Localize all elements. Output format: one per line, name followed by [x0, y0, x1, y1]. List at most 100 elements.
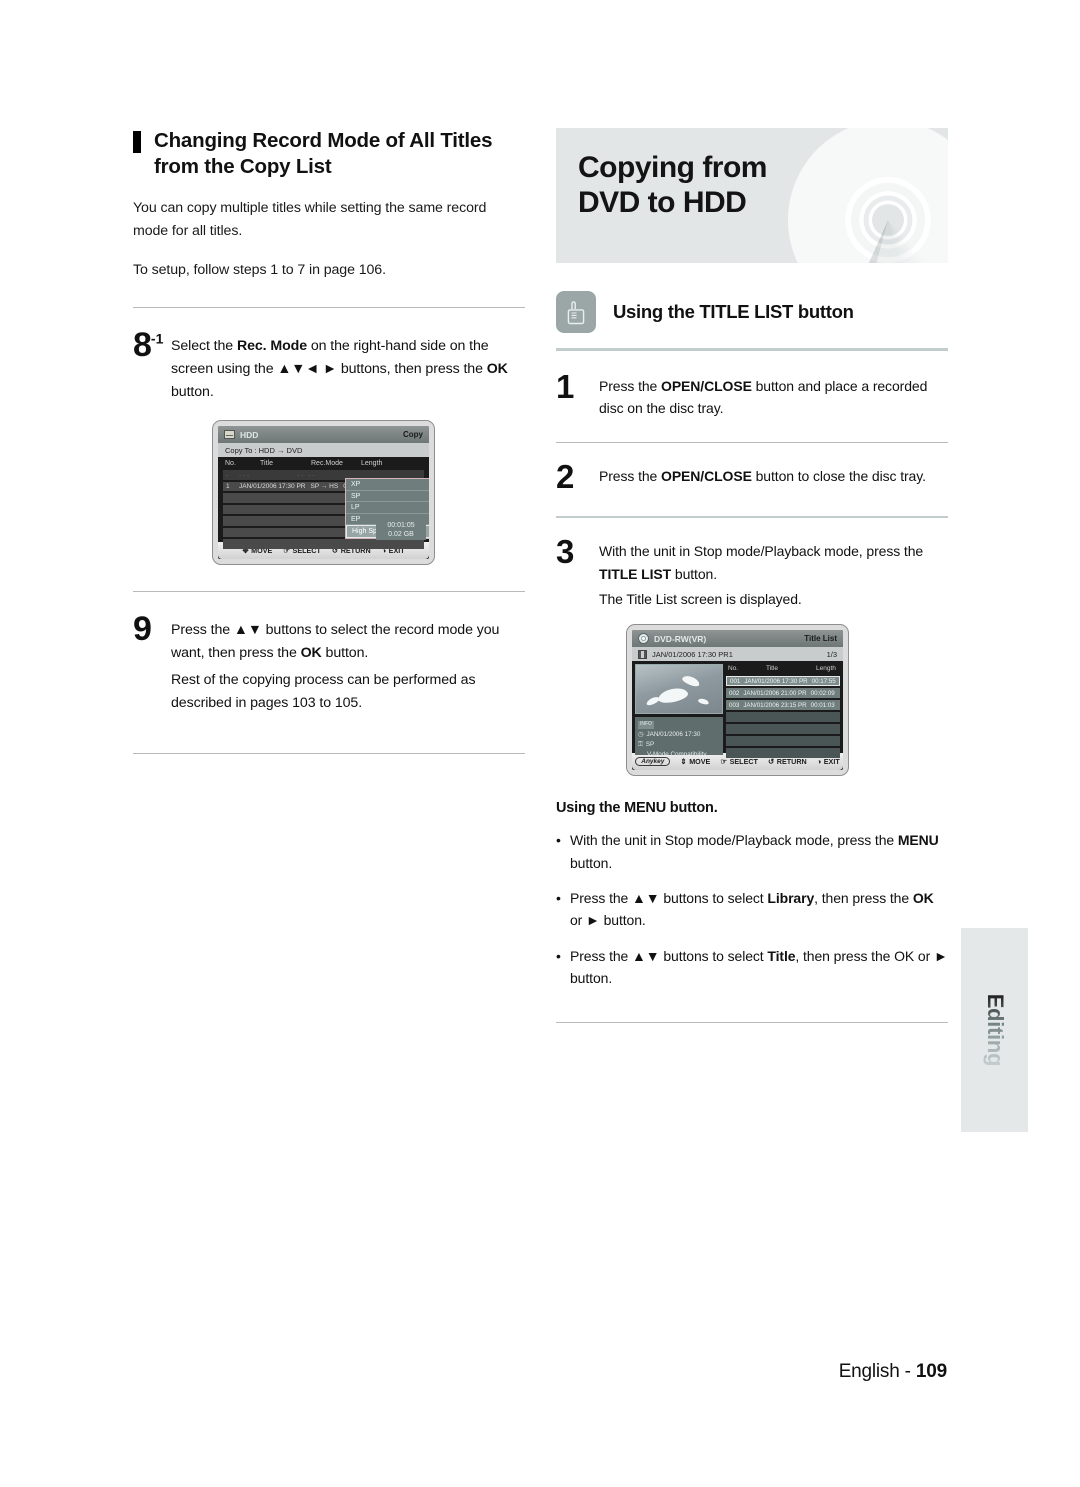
info-badge: INFO — [638, 721, 654, 730]
lock-icon: ⚿ — [638, 740, 643, 748]
list-item-empty[interactable] — [726, 711, 840, 723]
bullet-text: With the unit in Stop mode/Playback mode… — [570, 829, 948, 874]
tl-col-title: Title — [766, 665, 779, 673]
b2-b2: buttons to select — [659, 890, 768, 907]
title-list-main: INFO ◷ JAN/01/2006 17:30 ⚿ SP V-Mode Com… — [632, 661, 843, 759]
bullet-text: Press the ▲▼ buttons to select Title, th… — [570, 945, 948, 990]
heading-bar-icon — [133, 131, 141, 153]
intro-paragraph: You can copy multiple titles while setti… — [133, 200, 487, 240]
info-date: JAN/01/2006 17:30 — [646, 731, 701, 739]
menu-bullet-list: • With the unit in Stop mode/Playback mo… — [556, 829, 948, 989]
list-item: • Press the ▲▼ buttons to select Title, … — [556, 945, 948, 990]
b1-menu: MENU — [897, 832, 939, 849]
tl-row-length: 00:17:55 — [811, 677, 836, 685]
section-heading: Changing Record Mode of All Titles from … — [133, 128, 525, 180]
chapter-tab: Editing — [961, 928, 1028, 1132]
divider-right-1 — [556, 441, 948, 443]
right-step-2-text: Press the OPEN/CLOSE button to close the… — [599, 461, 926, 487]
r2-c: button to close the disc tray. — [751, 467, 926, 484]
b2-e: or ► button. — [570, 912, 646, 929]
title-list-screen-inner: DVD-RW(VR) Title List JAN/01/2006 17:30 … — [632, 630, 843, 771]
table-row-empty[interactable] — [223, 539, 424, 549]
s8-f: button. — [171, 384, 214, 401]
copy-list-screen: HDD Copy Copy To : HDD → DVD No. Title R… — [212, 420, 435, 566]
title-list-table: No. Title Length 001 JAN/01/2006 17:30 P… — [726, 664, 840, 759]
right-step-3-row: 3 With the unit in Stop mode/Playback mo… — [556, 535, 948, 610]
copy-size-time: 00:01:05 — [387, 521, 415, 529]
dropdown-option-sp[interactable]: SP — [346, 491, 429, 503]
divider-right-3 — [556, 1021, 948, 1023]
anykey-badge[interactable]: Anykey — [635, 757, 671, 767]
list-item[interactable]: 002 JAN/01/2006 21:00 PR 00:02:09 — [726, 687, 840, 699]
copy-list-device-label: HDD — [240, 429, 259, 440]
footer-return[interactable]: ↺ RETURN — [768, 757, 807, 766]
bullet-text: Press the ▲▼ buttons to select Library, … — [570, 887, 948, 932]
b3-a: Press the — [570, 947, 633, 964]
step-9-number: 9 — [133, 610, 152, 649]
info-date-line: ◷ JAN/01/2006 17:30 — [638, 730, 720, 740]
title-info-panel: INFO ◷ JAN/01/2006 17:30 ⚿ SP V-Mode Com… — [635, 717, 723, 758]
r3-c: button. — [671, 565, 718, 582]
s9-a: Press the — [171, 622, 234, 639]
copy-list-titlebar: HDD Copy — [218, 426, 429, 444]
disc-icon — [638, 633, 649, 645]
current-title-bar: JAN/01/2006 17:30 PR1 1/3 — [632, 647, 843, 662]
title-list-columns: No. Title Length — [726, 664, 840, 674]
s8-a: Select the — [171, 338, 237, 355]
dropdown-option-xp[interactable]: XP — [346, 479, 429, 491]
s9-extra: Rest of the copying process can be perfo… — [171, 672, 476, 712]
current-title-label: JAN/01/2006 17:30 PR1 — [652, 649, 733, 659]
select-icon: ☞ — [720, 757, 728, 767]
tl-row-title: JAN/01/2006 17:30 PR — [744, 677, 808, 685]
list-item[interactable]: 003 JAN/01/2006 23:15 PR 00:01:03 — [726, 699, 840, 711]
divider-right-head — [556, 348, 948, 351]
right-column: Copying from DVD to HDD Using the TITLE … — [556, 128, 948, 1023]
dropdown-option-lp[interactable]: LP — [346, 502, 429, 514]
b3-title: Title — [767, 947, 796, 964]
bullet-icon: • — [556, 832, 561, 849]
footer-move-label: MOVE — [689, 757, 711, 767]
tl-row-title: JAN/01/2006 23:15 PR — [743, 701, 807, 709]
col-no: No. — [225, 460, 236, 468]
tl-row-length: 00:02:09 — [810, 689, 835, 697]
list-item-empty[interactable] — [726, 735, 840, 747]
divider-left-1 — [133, 307, 525, 309]
right-step-1-row: 1 Press the OPEN/CLOSE button and place … — [556, 370, 948, 420]
info-mode-line: ⚿ SP — [638, 740, 720, 750]
page-number: 109 — [915, 1361, 947, 1382]
hand-press-icon — [567, 301, 585, 325]
subsection-title: Using the TITLE LIST button — [613, 301, 854, 322]
arrow-glyphs-icon: ▲▼◄ ► — [277, 361, 337, 378]
col-recmode: Rec.Mode — [311, 460, 343, 468]
exit-icon: ◑ — [816, 757, 822, 767]
row-recmode: SP → HS — [310, 483, 339, 491]
tl-row-length: 00:01:03 — [810, 701, 835, 709]
subsection-header: Using the TITLE LIST button — [556, 291, 948, 333]
page-banner: Copying from DVD to HDD — [556, 128, 948, 263]
disc-type-label: DVD-RW(VR) — [654, 633, 707, 644]
r3-a: With the unit in Stop mode/Playback mode… — [599, 543, 924, 560]
list-item-empty[interactable] — [726, 723, 840, 735]
page-indicator: 1/3 — [826, 649, 837, 659]
b3-b2: buttons to select — [659, 947, 768, 964]
r1-a: Press the — [599, 378, 662, 394]
list-item[interactable]: 001 JAN/01/2006 17:30 PR 00:17:55 — [726, 675, 840, 687]
title-list-titlebar: DVD-RW(VR) Title List — [632, 630, 843, 648]
r3-titlelist: TITLE LIST — [599, 565, 672, 582]
bullet-icon: • — [556, 890, 561, 907]
press-button-icon — [556, 291, 596, 333]
footer-select[interactable]: ☞ SELECT — [720, 757, 758, 766]
list-item: • With the unit in Stop mode/Playback mo… — [556, 829, 948, 874]
footer-exit[interactable]: ◑ EXIT — [817, 757, 840, 766]
b2-ok: OK — [912, 890, 934, 907]
step-9-text: Press the ▲▼ buttons to select the recor… — [171, 614, 525, 715]
r2-a: Press the — [599, 467, 662, 484]
copy-size-bytes: 0.02 GB — [388, 531, 414, 539]
col-title: Title — [260, 460, 273, 468]
s8-recmode: Rec. Mode — [236, 338, 307, 355]
footer-move[interactable]: ⇕ MOVE — [680, 757, 710, 766]
footer-return-label: RETURN — [776, 757, 807, 767]
r1-openclose: OPEN/CLOSE — [661, 378, 752, 394]
divider-right-2 — [556, 516, 948, 519]
r2-openclose: OPEN/CLOSE — [661, 467, 752, 484]
